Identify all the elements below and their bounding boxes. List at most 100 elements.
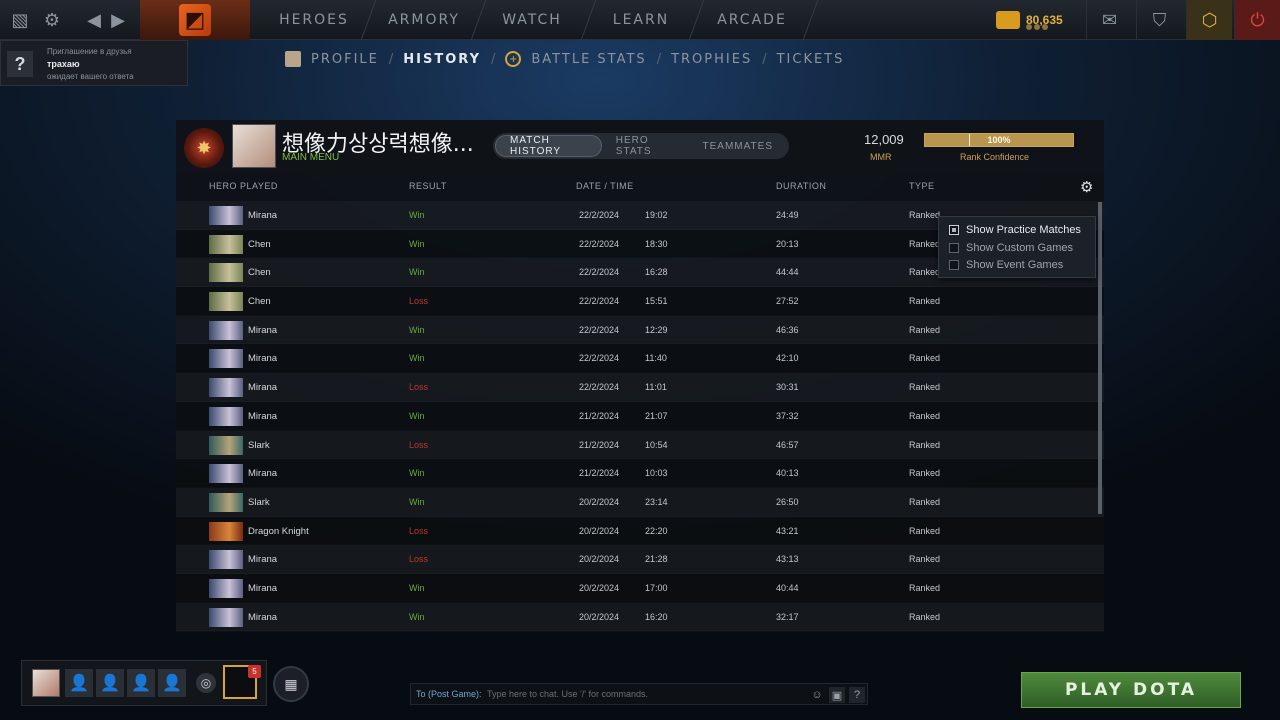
hero-name: Dragon Knight [248, 525, 309, 537]
mail-icon[interactable]: ✉ [1086, 0, 1132, 40]
mmr-value: 12,009 [864, 132, 904, 147]
filter-dropdown: Show Practice Matches Show Custom Games … [938, 216, 1096, 278]
subnav-trophies[interactable]: TROPHIES [671, 52, 752, 67]
checkbox-icon[interactable] [949, 225, 959, 235]
mirana-portrait-icon [209, 206, 243, 225]
match-duration: 37:32 [776, 410, 799, 421]
table-row[interactable]: Chen Loss 22/2/2024 15:51 27:52 Ranked [176, 287, 1104, 316]
table-row[interactable]: Mirana Win 22/2/2024 11:40 42:10 Ranked [176, 344, 1104, 374]
invite-status: ожидает вашего ответа [47, 72, 134, 81]
col-date-time[interactable]: DATE / TIME [576, 181, 634, 191]
subnav-battle-stats[interactable]: BATTLE STATS [531, 52, 646, 67]
table-row[interactable]: Mirana Win 20/2/2024 16:20 32:17 Ranked [176, 603, 1104, 632]
filter-event-games[interactable]: Show Event Games [949, 258, 1063, 272]
back-arrow-icon[interactable]: ◀ [82, 8, 106, 32]
match-time: 23:14 [645, 496, 668, 507]
chat-bar[interactable]: To (Post Game): Type here to chat. Use '… [410, 683, 868, 705]
rank-medal-icon[interactable]: ✸ [184, 128, 224, 168]
table-row[interactable]: Slark Loss 21/2/2024 10:54 46:57 Ranked [176, 431, 1104, 460]
dota-plus-hex-icon[interactable]: ⬡ [1186, 0, 1232, 40]
hero-name: Chen [248, 296, 271, 308]
friends-icon[interactable]: ▦ [273, 666, 309, 702]
mirana-portrait-icon [209, 378, 243, 398]
play-dota-button[interactable]: PLAY DOTA [1021, 672, 1241, 708]
tab-hero-stats[interactable]: HERO STATS [602, 135, 689, 157]
nav-arcade[interactable]: ARCADE [700, 0, 804, 40]
filter-practice-matches[interactable]: Show Practice Matches [949, 223, 1081, 237]
match-type: Ranked [909, 611, 941, 622]
match-duration: 30:31 [776, 382, 799, 393]
match-result: Win [409, 611, 425, 622]
nav-watch[interactable]: WATCH [482, 0, 582, 40]
table-row[interactable]: Mirana Loss 22/2/2024 11:01 30:31 Ranked [176, 373, 1104, 402]
chat-target[interactable]: To (Post Game): [416, 689, 482, 699]
chat-help-icon[interactable]: ? [849, 687, 865, 703]
filter-gear-icon[interactable]: ⚙ [1080, 178, 1096, 196]
dota-home-button[interactable]: ◩ [140, 0, 250, 40]
table-row[interactable]: Mirana Win 21/2/2024 21:07 37:32 Ranked [176, 401, 1104, 431]
match-result: Win [409, 353, 425, 364]
nav-learn[interactable]: LEARN [592, 0, 690, 40]
friend-invite-notification[interactable]: ? Приглашение в друзья трахаю ожидает ва… [0, 40, 188, 86]
match-type: Ranked [909, 496, 941, 507]
hero-name: Mirana [248, 611, 278, 623]
hero-name: Mirana [248, 210, 278, 221]
mirana-portrait-icon [209, 607, 243, 627]
match-type: Ranked [909, 410, 941, 421]
match-date: 22/2/2024 [579, 210, 620, 220]
subnav-history[interactable]: HISTORY [403, 52, 481, 67]
match-time: 19:02 [645, 210, 668, 220]
forward-arrow-icon[interactable]: ▶ [106, 8, 130, 32]
nav-heroes[interactable]: HEROES [262, 0, 366, 40]
table-row[interactable]: Mirana Win 22/2/2024 12:29 46:36 Ranked [176, 316, 1104, 345]
col-duration[interactable]: DURATION [776, 181, 826, 191]
party-empty-slot[interactable]: 👤 [158, 669, 186, 697]
power-icon[interactable]: ⏻ [1234, 0, 1280, 40]
filter-custom-games[interactable]: Show Custom Games [949, 241, 1073, 255]
dota-plus-icon[interactable]: ▧ [8, 8, 32, 32]
match-duration: 40:13 [776, 468, 799, 479]
match-type: Ranked [909, 439, 941, 450]
chat-input[interactable]: Type here to chat. Use '/' for commands. [487, 689, 648, 699]
match-time: 16:28 [645, 267, 668, 278]
tab-match-history[interactable]: MATCH HISTORY [495, 135, 602, 157]
rank-confidence-bar: 100% [924, 133, 1074, 147]
nav-armory[interactable]: ARMORY [372, 0, 476, 40]
hero-name: Chen [248, 238, 271, 250]
party-empty-slot[interactable]: 👤 [96, 669, 124, 697]
table-row[interactable]: Slark Win 20/2/2024 23:14 26:50 Ranked [176, 488, 1104, 517]
match-result: Win [409, 324, 425, 335]
gear-icon[interactable]: ⚙ [40, 8, 64, 32]
emoji-icon[interactable]: ☺ [809, 687, 825, 703]
table-row[interactable]: Dragon Knight Loss 20/2/2024 22:20 43:21 Rank… [176, 516, 1104, 546]
table-row[interactable]: Mirana Win 20/2/2024 17:00 40:44 Ranked [176, 573, 1104, 603]
checkbox-icon[interactable] [949, 260, 959, 270]
party-empty-slot[interactable]: 👤 [127, 669, 155, 697]
shards-icon [996, 11, 1020, 29]
armory-banner-icon[interactable]: ⛉ [1136, 0, 1182, 40]
match-result: Loss [409, 296, 429, 307]
table-row[interactable]: Mirana Loss 20/2/2024 21:28 43:13 Ranked [176, 545, 1104, 574]
mirana-portrait-icon [209, 550, 243, 570]
checkbox-icon[interactable] [949, 243, 959, 253]
hero-name: Mirana [248, 582, 278, 594]
tab-teammates[interactable]: TEAMMATES [689, 135, 787, 157]
table-row[interactable]: Mirana Win 21/2/2024 10:03 40:13 Ranked [176, 459, 1104, 488]
party-empty-slot[interactable]: 👤 [65, 669, 93, 697]
match-list-scrollbar[interactable] [1098, 202, 1102, 514]
chat-image-icon[interactable]: ▣ [829, 687, 845, 703]
headset-icon[interactable]: ◎ [196, 673, 216, 693]
col-hero-played[interactable]: HERO PLAYED [209, 181, 278, 191]
invite-title: Приглашение в друзья [47, 47, 132, 56]
match-result: Win [409, 468, 425, 479]
party-self-avatar[interactable] [32, 669, 60, 697]
match-time: 10:54 [645, 439, 668, 450]
subnav-profile[interactable]: PROFILE [311, 52, 379, 67]
player-avatar[interactable] [232, 124, 276, 168]
mirana-portrait-icon [209, 578, 243, 598]
subnav-tickets[interactable]: TICKETS [777, 52, 845, 67]
col-type[interactable]: TYPE [909, 181, 935, 191]
col-result[interactable]: RESULT [409, 181, 447, 191]
top-bar: ▧ ⚙ ◀ ▶ ◩ HEROES ARMORY WATCH LEARN ARCA… [0, 0, 1280, 40]
match-type: Ranked [909, 468, 941, 479]
